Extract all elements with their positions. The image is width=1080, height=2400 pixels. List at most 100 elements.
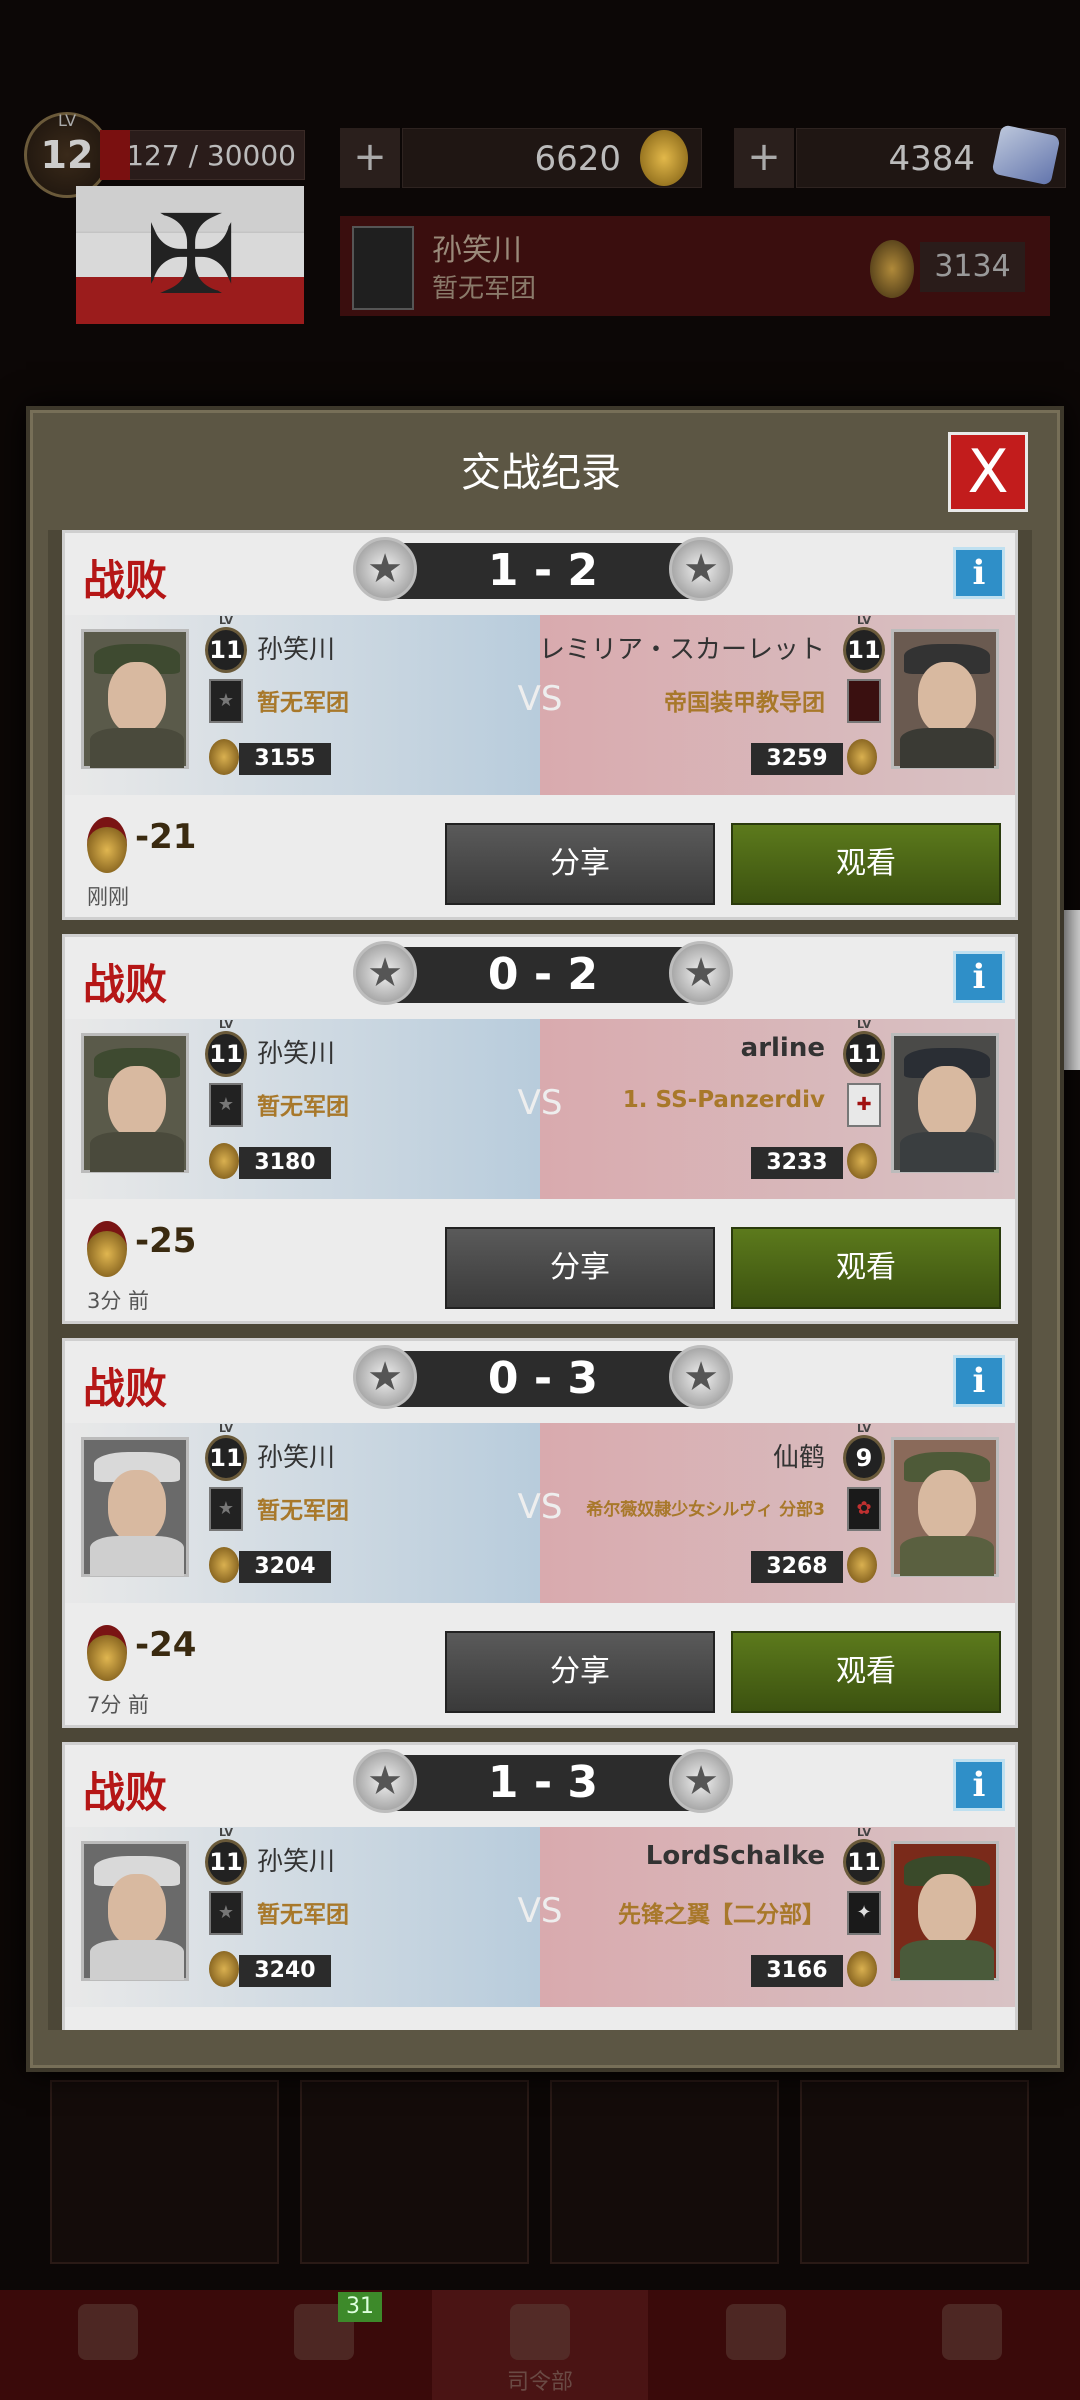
rank-medal-icon — [847, 1143, 877, 1179]
rank-medal-icon — [870, 240, 914, 298]
opponent-level: 11 — [843, 1826, 885, 1885]
background-slot — [550, 2080, 779, 2264]
player-rank: 3204 — [239, 1551, 331, 1583]
battle-score: 1 - 2 — [487, 545, 599, 596]
nav-item-headquarters[interactable]: 司令部 — [432, 2290, 648, 2400]
legion-wreath-icon: ✿ — [847, 1487, 881, 1531]
medal-icon — [87, 1625, 127, 1681]
watch-replay-button[interactable]: 观看 — [731, 1227, 1001, 1309]
opponent-legion: 1. SS-Panzerdiv — [622, 1087, 825, 1113]
vs-label: VS — [517, 1083, 563, 1123]
opponent-level: 9 — [843, 1422, 885, 1481]
rank-medal-icon — [209, 1143, 239, 1179]
battle-result: 战败 — [83, 1768, 168, 1817]
player-rank: 3240 — [239, 1955, 331, 1987]
background-slot — [50, 2080, 279, 2264]
xp-progress-text: 6127 / 30000 — [100, 130, 305, 180]
nav-item-1[interactable] — [0, 2290, 216, 2400]
opponent-rank: 3166 — [751, 1955, 843, 1987]
dialog-title: 交战纪录 — [461, 450, 621, 496]
legion-eagle-icon: ✦ — [847, 1891, 881, 1935]
legion-cross-icon: ✚ — [847, 1083, 881, 1127]
battle-card: 战败 1 - 3 ★ ★ i VS 11 孙笑川 ★ 暂无军团 3240 11 … — [62, 1742, 1018, 2030]
player-name: 孙笑川 — [257, 635, 336, 665]
watch-replay-button[interactable]: 观看 — [731, 1631, 1001, 1713]
player-rank: 3180 — [239, 1147, 331, 1179]
rank-delta: -25 — [135, 1221, 197, 1261]
rank-delta: -24 — [135, 1625, 197, 1665]
star-emblem-icon: ★ — [669, 1345, 733, 1409]
opponent-legion: 先锋之翼【二分部】 — [618, 1902, 825, 1928]
player-level: 11 — [205, 1422, 247, 1481]
opponent-level: 11 — [843, 1018, 885, 1077]
legion-shield-icon: ★ — [209, 1487, 243, 1531]
share-button[interactable]: 分享 — [445, 823, 715, 905]
share-button[interactable]: 分享 — [445, 1631, 715, 1713]
watch-replay-button[interactable]: 观看 — [731, 823, 1001, 905]
battle-list[interactable]: 战败 1 - 2 ★ ★ i VS 11 孙笑川 ★ 暂无军团 3155 11 … — [48, 530, 1032, 2030]
opponent-level: 11 — [843, 614, 885, 673]
star-emblem-icon: ★ — [353, 1749, 417, 1813]
nav-headquarters-icon — [510, 2304, 570, 2360]
star-emblem-icon: ★ — [353, 1345, 417, 1409]
nav-label-headquarters: 司令部 — [506, 2370, 573, 2395]
info-button[interactable]: i — [953, 1759, 1005, 1811]
battle-result: 战败 — [83, 556, 168, 605]
player-name: 孙笑川 — [257, 1039, 336, 1069]
rank-medal-icon — [209, 1547, 239, 1583]
background-slot — [300, 2080, 529, 2264]
nav-box-icon — [78, 2304, 138, 2360]
star-emblem-icon: ★ — [669, 1749, 733, 1813]
battle-score: 0 - 2 — [487, 949, 599, 1000]
opponent-name: レミリア・スカーレット — [538, 635, 825, 665]
info-button[interactable]: i — [953, 951, 1005, 1003]
rank-medal-icon — [209, 1951, 239, 1987]
nav-notification-badge: 31 — [338, 2292, 382, 2322]
star-emblem-icon: ★ — [353, 941, 417, 1005]
player-level: 11 — [205, 614, 247, 673]
background-slot — [800, 2080, 1029, 2264]
player-level: 11 — [205, 1018, 247, 1077]
player-portrait — [81, 1033, 189, 1173]
battle-time: 刚刚 — [87, 885, 129, 909]
medal-icon — [87, 1221, 127, 1277]
gold-coin-icon — [640, 130, 688, 186]
info-button[interactable]: i — [953, 547, 1005, 599]
nav-item-5[interactable] — [864, 2290, 1080, 2400]
opponent-name: LordSchalke — [645, 1841, 825, 1871]
rank-medal-icon — [847, 739, 877, 775]
close-button[interactable]: X — [948, 432, 1028, 512]
opponent-portrait — [891, 1841, 999, 1981]
opponent-portrait — [891, 1437, 999, 1577]
battle-score: 1 - 3 — [487, 1757, 599, 1808]
nav-item-2[interactable] — [216, 2290, 432, 2400]
xp-progress-fill — [100, 130, 130, 180]
battle-result: 战败 — [83, 960, 168, 1009]
medal-icon — [87, 817, 127, 873]
level-label: LV — [57, 111, 77, 130]
player-legion: 暂无军团 — [432, 274, 537, 304]
opponent-legion: 帝国装甲教导团 — [664, 690, 825, 716]
player-portrait — [81, 1841, 189, 1981]
player-legion: 暂无军团 — [257, 690, 349, 716]
opponent-name: 仙鹤 — [772, 1443, 825, 1473]
level-value: 12 — [40, 133, 94, 177]
battle-card: 战败 0 - 2 ★ ★ i VS 11 孙笑川 ★ 暂无军团 3180 11 … — [62, 934, 1018, 1324]
nav-item-4[interactable] — [648, 2290, 864, 2400]
player-legion: 暂无军团 — [257, 1902, 349, 1928]
star-emblem-icon: ★ — [669, 941, 733, 1005]
opponent-name: arline — [740, 1033, 825, 1063]
opponent-rank: 3259 — [751, 743, 843, 775]
vs-label: VS — [517, 1487, 563, 1527]
add-gems-button[interactable]: + — [734, 128, 794, 188]
add-gold-button[interactable]: + — [340, 128, 400, 188]
opponent-portrait — [891, 629, 999, 769]
share-button[interactable]: 分享 — [445, 1227, 715, 1309]
player-name: 孙笑川 — [257, 1847, 336, 1877]
battle-time: 7分 前 — [87, 1693, 150, 1717]
battle-card: 战败 0 - 3 ★ ★ i VS 11 孙笑川 ★ 暂无军团 3204 9 仙… — [62, 1338, 1018, 1728]
battle-card: 战败 1 - 2 ★ ★ i VS 11 孙笑川 ★ 暂无军团 3155 11 … — [62, 530, 1018, 920]
info-button[interactable]: i — [953, 1355, 1005, 1407]
battle-score: 0 - 3 — [487, 1353, 599, 1404]
player-level: 11 — [205, 1826, 247, 1885]
